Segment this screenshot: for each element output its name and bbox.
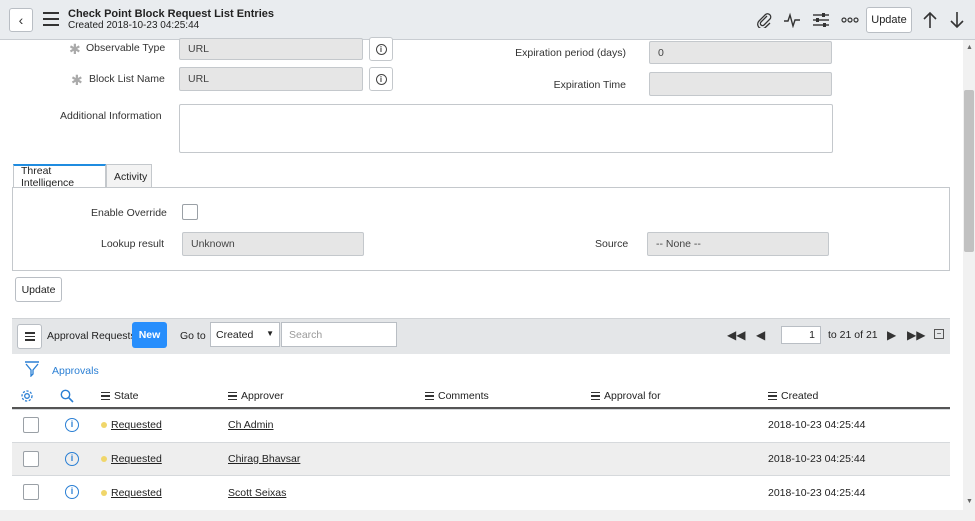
page-subtitle: Created 2018-10-23 04:25:44 <box>68 20 200 31</box>
arrow-up-icon[interactable] <box>920 10 940 30</box>
search-input[interactable]: Search <box>281 322 397 347</box>
state-indicator <box>101 456 107 462</box>
expiration-time-label: Expiration Time <box>553 79 626 91</box>
gear-icon[interactable] <box>20 389 34 406</box>
filter-breadcrumb[interactable]: Approvals <box>52 365 99 377</box>
row-checkbox[interactable] <box>23 484 39 500</box>
mandatory-icon: ✱ <box>69 41 81 57</box>
observable-type-field[interactable]: URL <box>179 38 363 60</box>
block-list-name-label: Block List Name <box>89 73 165 85</box>
menu-icon[interactable] <box>43 12 59 26</box>
additional-info-label: Additional Information <box>60 110 162 122</box>
row-checkbox[interactable] <box>23 451 39 467</box>
filter-icon[interactable] <box>25 361 39 380</box>
created-cell: 2018-10-23 04:25:44 <box>768 419 866 431</box>
column-header-approval-for[interactable]: Approval for <box>591 390 661 402</box>
column-header-created[interactable]: Created <box>768 390 818 402</box>
state-indicator <box>101 490 107 496</box>
search-icon[interactable] <box>60 389 74 406</box>
tab-activity[interactable]: Activity <box>106 164 152 188</box>
info-icon[interactable]: i <box>65 485 79 499</box>
tab-panel <box>12 187 950 271</box>
mandatory-icon: ✱ <box>71 72 83 88</box>
collapse-icon[interactable]: − <box>934 329 944 339</box>
page-input[interactable]: 1 <box>781 326 821 344</box>
state-indicator <box>101 422 107 428</box>
first-page-icon[interactable]: ◀◀ <box>727 328 745 342</box>
column-header-approver[interactable]: Approver <box>228 390 284 402</box>
back-button[interactable]: ‹ <box>9 8 33 32</box>
settings-sliders-icon[interactable] <box>811 10 831 30</box>
observable-type-label: Observable Type <box>86 42 166 54</box>
row-checkbox[interactable] <box>23 417 39 433</box>
approver-link[interactable]: Ch Admin <box>228 419 274 431</box>
info-icon: i <box>375 73 387 85</box>
horizontal-scrollbar[interactable] <box>0 510 963 521</box>
state-link[interactable]: Requested <box>111 453 162 465</box>
expiration-period-field[interactable]: 0 <box>649 41 832 64</box>
page-title: Check Point Block Request List Entries <box>68 8 274 20</box>
approver-link[interactable]: Scott Seixas <box>228 487 286 499</box>
previous-page-icon[interactable]: ◀ <box>756 328 765 342</box>
paperclip-icon[interactable] <box>754 10 774 30</box>
created-cell: 2018-10-23 04:25:44 <box>768 453 866 465</box>
block-list-name-field[interactable]: URL <box>179 67 363 91</box>
scroll-up-icon[interactable]: ▲ <box>966 44 973 51</box>
info-icon[interactable]: i <box>65 418 79 432</box>
back-icon: ‹ <box>18 12 24 28</box>
next-page-icon[interactable]: ▶ <box>887 328 896 342</box>
created-cell: 2018-10-23 04:25:44 <box>768 487 866 499</box>
update-button-header[interactable]: Update <box>866 7 912 33</box>
block-list-name-info-button[interactable]: i <box>369 67 393 91</box>
state-link[interactable]: Requested <box>111 419 162 431</box>
info-icon: i <box>375 43 387 55</box>
activity-icon[interactable] <box>782 10 802 30</box>
last-page-icon[interactable]: ▶▶ <box>907 328 925 342</box>
expiration-time-field[interactable] <box>649 72 832 96</box>
goto-label: Go to <box>180 330 206 342</box>
scrollbar-thumb[interactable] <box>964 90 974 252</box>
source-label: Source <box>595 238 629 250</box>
observable-type-info-button[interactable]: i <box>369 37 393 61</box>
lookup-result-field[interactable]: Unknown <box>182 232 364 256</box>
page-count: to 21 of 21 <box>828 329 878 341</box>
related-list-title: Approval Requests <box>47 330 136 342</box>
tab-threat-intelligence[interactable]: Threat Intelligence <box>13 164 106 189</box>
info-icon[interactable]: i <box>65 452 79 466</box>
list-menu-icon[interactable] <box>17 324 42 349</box>
arrow-down-icon[interactable] <box>947 10 967 30</box>
chevron-down-icon: ▼ <box>266 329 274 338</box>
enable-override-checkbox[interactable] <box>182 204 198 220</box>
additional-info-field[interactable] <box>179 104 833 153</box>
approver-link[interactable]: Chirag Bhavsar <box>228 453 300 465</box>
goto-select[interactable]: Created ▼ <box>210 322 280 347</box>
more-icon[interactable] <box>840 10 860 30</box>
goto-select-value: Created <box>216 328 254 341</box>
enable-override-label: Enable Override <box>91 207 167 219</box>
source-field[interactable]: -- None -- <box>647 232 829 256</box>
new-button[interactable]: New <box>132 322 167 348</box>
update-button[interactable]: Update <box>15 277 62 302</box>
lookup-result-label: Lookup result <box>101 238 165 250</box>
scroll-down-icon[interactable]: ▼ <box>966 498 973 505</box>
expiration-period-label: Expiration period (days) <box>515 47 626 59</box>
column-header-comments[interactable]: Comments <box>425 390 489 402</box>
column-header-state[interactable]: State <box>101 390 139 402</box>
state-link[interactable]: Requested <box>111 487 162 499</box>
